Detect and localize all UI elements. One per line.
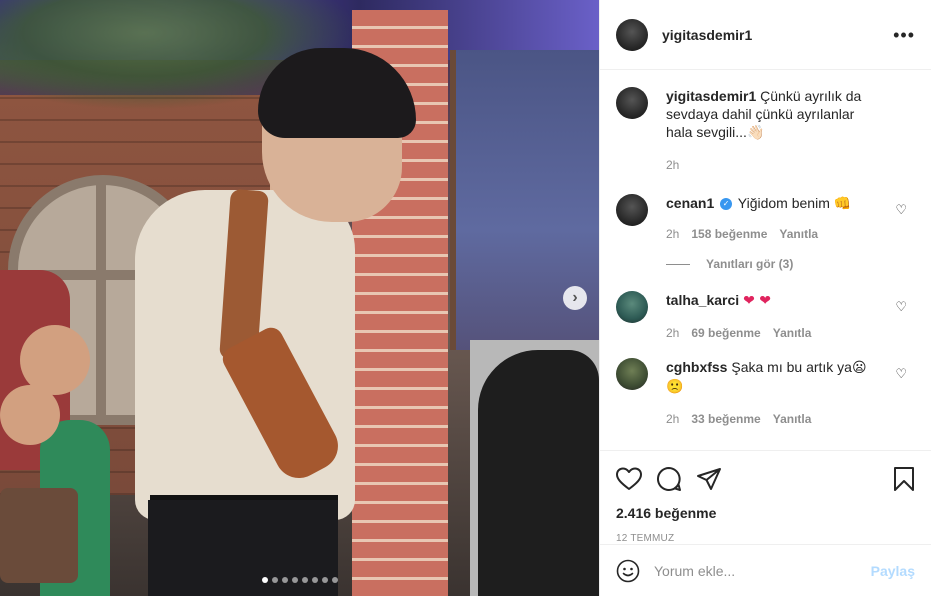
view-replies-button[interactable]: Yanıtları gör (3): [666, 257, 915, 271]
avatar[interactable]: [616, 18, 648, 51]
comment-like-heart-icon[interactable]: ♡: [895, 202, 907, 218]
comment-avatar[interactable]: [616, 291, 648, 323]
like-count[interactable]: 2.416 beğenme: [616, 505, 915, 521]
more-options-icon[interactable]: •••: [893, 26, 915, 44]
verified-badge-icon: ✓: [720, 198, 733, 211]
comment-meta: 2h 69 beğenme Yanıtla: [666, 324, 881, 342]
list-item: cghbxfss Şaka mı bu artık ya😦 🙁 2h 33 be…: [616, 358, 915, 428]
comment-icon[interactable]: [656, 459, 696, 499]
carousel-dot: [322, 577, 328, 583]
comment-username[interactable]: cenan1: [666, 195, 714, 211]
comment-like-heart-icon[interactable]: ♡: [895, 299, 907, 315]
reply-button[interactable]: Yanıtla: [773, 324, 812, 342]
reply-button[interactable]: Yanıtla: [779, 225, 818, 243]
comments-list: yigitasdemir1 Çünkü ayrılık da sevdaya d…: [600, 71, 931, 449]
caption-time[interactable]: 2h: [666, 156, 679, 174]
post-date[interactable]: 12 TEMMUZ: [616, 533, 915, 544]
comment-time[interactable]: 2h: [666, 324, 679, 342]
chevron-right-icon[interactable]: ›: [563, 286, 587, 310]
reply-button[interactable]: Yanıtla: [773, 410, 812, 428]
comment-body: cghbxfss Şaka mı bu artık ya😦 🙁 2h 33 be…: [666, 358, 881, 428]
comment-likes[interactable]: 158 beğenme: [691, 225, 767, 243]
post-header: yigitasdemir1 •••: [600, 0, 931, 70]
comment-input[interactable]: [654, 562, 864, 579]
comment-likes[interactable]: 33 beğenme: [691, 410, 760, 428]
carousel-dot: [282, 577, 288, 583]
caption: yigitasdemir1 Çünkü ayrılık da sevdaya d…: [616, 87, 915, 174]
photo-handbag: [0, 488, 78, 583]
send-icon[interactable]: [696, 459, 736, 499]
post-side-panel: yigitasdemir1 ••• yigitasdemir1 Çünkü ay…: [599, 0, 931, 596]
carousel-dot: [292, 577, 298, 583]
comment-text: Yiğidom benim: [737, 195, 830, 211]
comment-text: Şaka mı bu artık ya: [731, 359, 852, 375]
carousel-dot: [302, 577, 308, 583]
emoji-icon[interactable]: [616, 559, 640, 583]
comment-likes[interactable]: 69 beğenme: [691, 324, 760, 342]
carousel-dot: [262, 577, 268, 583]
carousel-dot: [272, 577, 278, 583]
carousel-dots: [262, 577, 338, 585]
comment-meta: 2h 33 beğenme Yanıtla: [666, 410, 881, 428]
photo-person-right: [478, 350, 599, 596]
red-heart-emoji-icon: ❤ ❤: [743, 293, 771, 309]
caption-body: yigitasdemir1 Çünkü ayrılık da sevdaya d…: [666, 87, 881, 174]
comment-avatar[interactable]: [616, 358, 648, 390]
bookmark-icon[interactable]: [885, 459, 915, 499]
comment-avatar[interactable]: [616, 194, 648, 226]
post-actions: 2.416 beğenme 12 TEMMUZ: [600, 450, 931, 544]
caption-avatar[interactable]: [616, 87, 648, 119]
action-icons: [616, 459, 915, 499]
comment-username[interactable]: talha_karci: [666, 292, 739, 308]
post-username[interactable]: yigitasdemir1: [662, 27, 752, 43]
list-item: talha_karci ❤ ❤ 2h 69 beğenme Yanıtla ♡: [616, 291, 915, 342]
comment-form: Paylaş: [600, 544, 931, 596]
heart-icon[interactable]: [616, 459, 656, 499]
view-replies-label: Yanıtları gör (3): [706, 257, 794, 271]
post-photo: ›: [0, 0, 599, 596]
comment-time[interactable]: 2h: [666, 410, 679, 428]
carousel-dot: [332, 577, 338, 583]
comment-like-heart-icon[interactable]: ♡: [895, 366, 907, 382]
caption-username[interactable]: yigitasdemir1: [666, 88, 756, 104]
comment-body: talha_karci ❤ ❤ 2h 69 beğenme Yanıtla: [666, 291, 881, 342]
replies-line: [666, 263, 690, 265]
caption-meta: 2h: [666, 156, 881, 174]
fist-emoji-icon: 👊: [833, 196, 852, 212]
comment-meta: 2h 158 beğenme Yanıtla: [666, 225, 881, 243]
wave-emoji-icon: 👋🏻: [746, 125, 765, 141]
list-item: cenan1 ✓ Yiğidom benim 👊 2h 158 beğenme …: [616, 194, 915, 243]
comment-body: cenan1 ✓ Yiğidom benim 👊 2h 158 beğenme …: [666, 194, 881, 243]
comment-username[interactable]: cghbxfss: [666, 359, 727, 375]
share-button[interactable]: Paylaş: [871, 563, 915, 579]
carousel-dot: [312, 577, 318, 583]
photo-hand-2: [0, 385, 60, 445]
comment-time[interactable]: 2h: [666, 225, 679, 243]
